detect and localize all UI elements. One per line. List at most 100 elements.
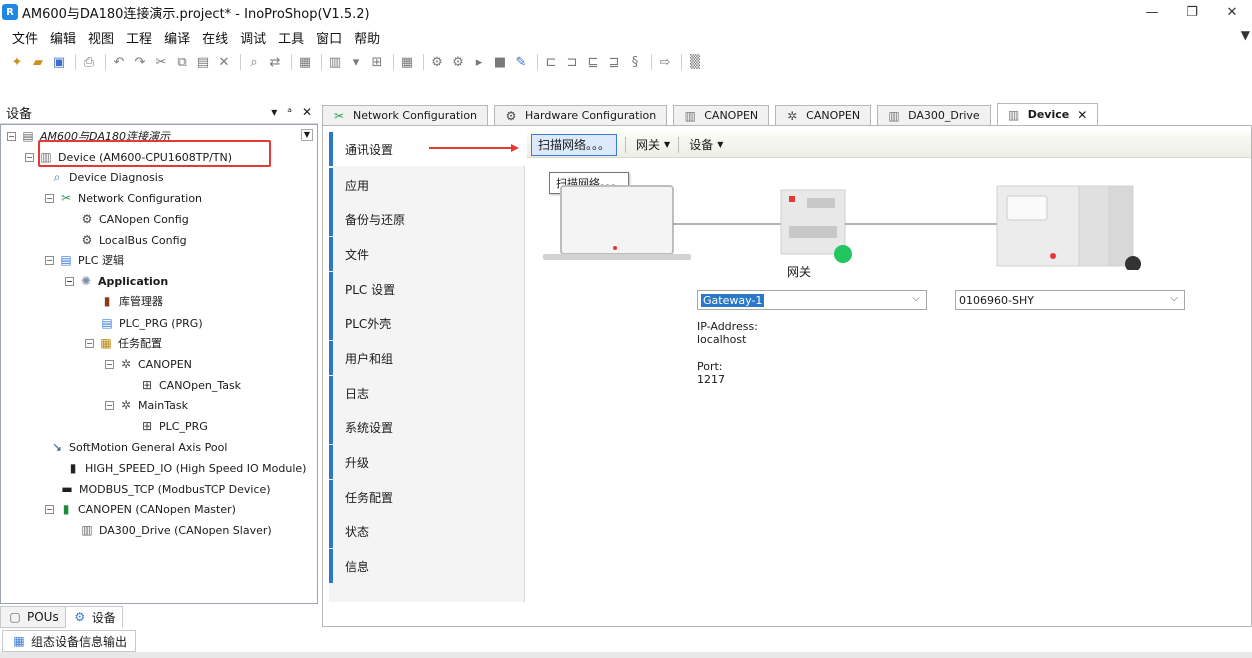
build-icon[interactable]: ▥ [326, 53, 344, 71]
tree-item-canopen-task-group[interactable]: − ✲ CANOPEN [105, 354, 192, 374]
tab-device[interactable]: ▥ Device ✕ [996, 103, 1099, 125]
menu-edit[interactable]: 编辑 [44, 28, 82, 47]
menu-project[interactable]: 工程 [120, 28, 158, 47]
delete-icon[interactable]: ✕ [215, 53, 233, 71]
tab-pous[interactable]: ▢ POUs [0, 606, 66, 628]
panel-close-icon[interactable]: ✕ [302, 105, 312, 119]
tree-item-network-configuration[interactable]: − ✂ Network Configuration [45, 188, 202, 208]
redo-icon[interactable]: ↷ [131, 53, 149, 71]
nav-upgrade[interactable]: 升级 [329, 445, 525, 479]
collapse-icon[interactable]: − [65, 276, 74, 286]
tree-item-canopen-config[interactable]: ⚙ CANopen Config [79, 209, 189, 229]
paste-icon[interactable]: ▤ [194, 53, 212, 71]
copy-icon[interactable]: ⧉ [173, 53, 191, 71]
step-icon[interactable]: ⊏ [542, 53, 560, 71]
tree-item-application[interactable]: − ✺ Application [65, 271, 168, 291]
collapse-icon[interactable]: − [45, 504, 54, 514]
flow-icon[interactable]: ▒ [686, 53, 704, 71]
nav-users-groups[interactable]: 用户和组 [329, 341, 525, 375]
close-button[interactable]: ✕ [1212, 0, 1252, 24]
login-icon[interactable]: ⚙ [428, 53, 446, 71]
collapse-icon[interactable]: − [85, 338, 94, 348]
select-all-icon[interactable]: ▦ [296, 53, 314, 71]
menu-dropdown-icon[interactable]: ▼ [1241, 28, 1250, 42]
root-dropdown-icon[interactable]: ▼ [301, 129, 313, 141]
step-out-icon[interactable]: ⊒ [605, 53, 623, 71]
menu-online[interactable]: 在线 [196, 28, 234, 47]
minimize-button[interactable]: — [1132, 0, 1172, 24]
gateway-select[interactable]: Gateway-1 ⌵ [697, 290, 927, 310]
tree-item-canopen-master[interactable]: − ▮ CANOPEN (CANopen Master) [45, 499, 236, 519]
replace-icon[interactable]: ⇄ [266, 53, 284, 71]
maximize-button[interactable]: ❐ [1172, 0, 1212, 24]
start-icon[interactable]: ▸ [470, 53, 488, 71]
nav-log[interactable]: 日志 [329, 376, 525, 410]
tab-network-configuration[interactable]: ✂ Network Configuration [322, 105, 489, 125]
device-select[interactable]: 0106960-SHY ⌵ [955, 290, 1185, 310]
step-into-icon[interactable]: ⊑ [584, 53, 602, 71]
tree-item-localbus-config[interactable]: ⚙ LocalBus Config [79, 230, 187, 250]
nav-plc-settings[interactable]: PLC 设置 [329, 272, 525, 306]
close-tab-icon[interactable]: ✕ [1077, 108, 1087, 122]
nav-status[interactable]: 状态 [329, 514, 525, 548]
insert-icon[interactable]: ⊞ [368, 53, 386, 71]
save-icon[interactable]: ▣ [50, 53, 68, 71]
panel-dropdown-icon[interactable]: ▾ [271, 105, 277, 119]
tree-item-da300-drive[interactable]: ▥ DA300_Drive (CANopen Slaver) [79, 520, 271, 540]
print-icon[interactable]: ⎙ [80, 53, 98, 71]
tree-item-plc-prg[interactable]: ▤ PLC_PRG (PRG) [99, 313, 202, 333]
tree-item-maintask-plc-prg[interactable]: ⊞ PLC_PRG [139, 416, 208, 436]
tree-item-plc-logic[interactable]: − ▤ PLC 逻辑 [45, 250, 124, 270]
nav-backup-restore[interactable]: 备份与还原 [329, 202, 525, 236]
tab-da300-drive[interactable]: ▥ DA300_Drive [877, 105, 991, 125]
dropdown-arrow-icon[interactable]: ▾ [347, 53, 365, 71]
gateway-menu[interactable]: 网关 ▼ [636, 136, 670, 153]
menu-help[interactable]: 帮助 [348, 28, 386, 47]
tree-item-modbus-tcp[interactable]: ▬ MODBUS_TCP (ModbusTCP Device) [59, 479, 270, 499]
collapse-icon[interactable]: − [105, 359, 114, 369]
menu-window[interactable]: 窗口 [310, 28, 348, 47]
menu-view[interactable]: 视图 [82, 28, 120, 47]
output-tab[interactable]: ▦ 组态设备信息输出 [2, 630, 137, 652]
find-icon[interactable]: ⌕ [245, 53, 263, 71]
tab-canopen-task[interactable]: ✲ CANOPEN [775, 105, 872, 125]
nav-system-settings[interactable]: 系统设置 [329, 410, 525, 444]
tree-item-task-config[interactable]: − ▦ 任务配置 [85, 333, 162, 353]
nav-application[interactable]: 应用 [329, 168, 525, 202]
cut-icon[interactable]: ✂ [152, 53, 170, 71]
tree-item-library-manager[interactable]: ▮ 库管理器 [99, 291, 163, 311]
open-folder-icon[interactable]: ▰ [29, 53, 47, 71]
step-over-icon[interactable]: ⊐ [563, 53, 581, 71]
tree-item-maintask[interactable]: − ✲ MainTask [105, 395, 188, 415]
tab-hardware-configuration[interactable]: ⚙ Hardware Configuration [494, 105, 668, 125]
nav-files[interactable]: 文件 [329, 237, 525, 271]
tree-item-high-speed-io[interactable]: ▮ HIGH_SPEED_IO (High Speed IO Module) [65, 458, 307, 478]
new-project-icon[interactable]: ✦ [8, 53, 26, 71]
device-menu[interactable]: 设备 ▼ [689, 136, 723, 153]
tree-item-device-diagnosis[interactable]: ⌕ Device Diagnosis [49, 167, 164, 187]
tab-canopen-device[interactable]: ▥ CANOPEN [673, 105, 770, 125]
logout-icon[interactable]: ⚙ [449, 53, 467, 71]
collapse-icon[interactable]: − [7, 131, 16, 141]
collapse-icon[interactable]: − [45, 255, 54, 265]
collapse-icon[interactable]: − [45, 193, 54, 203]
undo-icon[interactable]: ↶ [110, 53, 128, 71]
reset-icon[interactable]: ✎ [512, 53, 530, 71]
panel-pin-icon[interactable]: ᵃ [287, 105, 292, 119]
menu-tools[interactable]: 工具 [272, 28, 310, 47]
nav-plc-shell[interactable]: PLC外壳 [329, 306, 525, 340]
calendar-icon[interactable]: ▦ [398, 53, 416, 71]
tree-item-canopen-task[interactable]: ⊞ CANOpen_Task [139, 375, 241, 395]
scan-network-button[interactable]: 扫描网络。。。 [531, 133, 618, 156]
collapse-icon[interactable]: − [105, 400, 114, 410]
breakpoint-icon[interactable]: § [626, 53, 644, 71]
menu-debug[interactable]: 调试 [234, 28, 272, 47]
stop-icon[interactable]: ■ [491, 53, 509, 71]
watch-icon[interactable]: ⇨ [656, 53, 674, 71]
tree-item-softmotion-axis-pool[interactable]: ↘ SoftMotion General Axis Pool [49, 437, 227, 457]
nav-task-config[interactable]: 任务配置 [329, 480, 525, 514]
tab-devices[interactable]: ⚙ 设备 [64, 606, 123, 628]
menu-file[interactable]: 文件 [6, 28, 44, 47]
nav-info[interactable]: 信息 [329, 549, 525, 583]
menu-build[interactable]: 编译 [158, 28, 196, 47]
